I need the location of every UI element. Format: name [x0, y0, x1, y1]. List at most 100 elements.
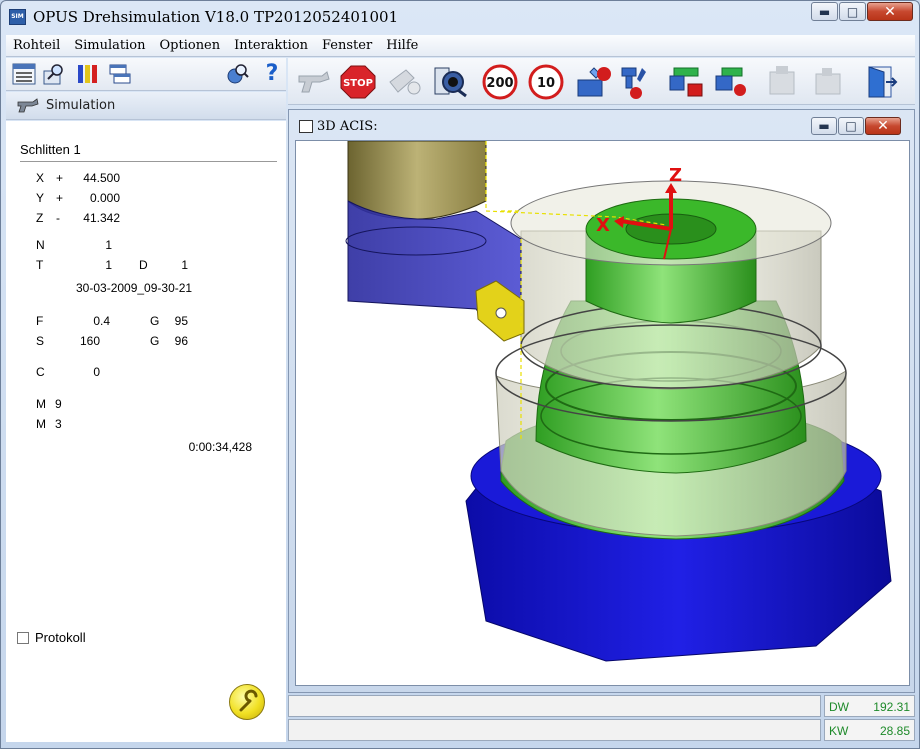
status-field-2	[288, 719, 821, 741]
view-window-title: 3D ACIS:	[317, 119, 378, 134]
z-label: Z	[36, 211, 44, 225]
window-controls: ▬ □ ✕	[810, 2, 913, 21]
m2-label: M	[36, 417, 46, 431]
xyz-coordinates-icon[interactable]	[12, 62, 36, 86]
y-sign: +	[56, 191, 64, 205]
maximize-button[interactable]: □	[839, 2, 866, 21]
view-close-button[interactable]: ✕	[865, 117, 901, 135]
status-panel: Schlitten 1 X + 44.500 Y + 0.000 Z - 41.…	[6, 121, 286, 742]
app-window: SIM OPUS Drehsimulation V18.0 TP20120524…	[0, 0, 920, 749]
close-icon: ✕	[884, 3, 896, 20]
view-minimize-button[interactable]: ▬	[811, 117, 837, 135]
step-icon[interactable]	[384, 64, 424, 100]
menu-rohteil[interactable]: Rohteil	[6, 38, 67, 53]
exit-door-icon[interactable]	[860, 64, 900, 100]
menu-fenster[interactable]: Fenster	[315, 38, 379, 53]
f-value: 0.4	[93, 314, 110, 328]
minimize-icon: ▬	[818, 119, 830, 133]
n-value: 1	[105, 238, 112, 252]
color-bars-icon[interactable]	[76, 62, 100, 86]
g1-value: 95	[174, 314, 188, 328]
checkbox-box[interactable]	[17, 631, 29, 644]
kw-value: 28.85	[879, 724, 910, 738]
main-toolbar: STOP 200 10	[288, 58, 915, 105]
speed-10-icon[interactable]: 10	[526, 64, 566, 100]
c-value: 0	[93, 365, 100, 379]
x-sign: +	[56, 171, 64, 185]
speed-200-icon[interactable]: 200	[480, 64, 520, 100]
sled-divider	[20, 161, 277, 162]
sled-title: Schlitten 1	[20, 142, 81, 157]
tool-zoom-icon[interactable]	[42, 62, 66, 86]
view-window: 3D ACIS: ▬ □ ✕ Z X	[288, 109, 915, 693]
simulation-gun-icon	[17, 98, 39, 113]
dw-value: 192.31	[873, 700, 910, 714]
f-label: F	[36, 314, 44, 328]
status-field-1	[288, 695, 821, 717]
d-value: 1	[181, 258, 188, 272]
collision-icon[interactable]	[666, 64, 706, 100]
camera-icon[interactable]	[430, 64, 470, 100]
panel-header-label: Simulation	[46, 98, 116, 113]
m2-value: 3	[55, 417, 62, 431]
minimize-icon: ▬	[818, 4, 831, 19]
maximize-icon: □	[845, 119, 857, 133]
timestamp: 30-03-2009_09-30-21	[76, 281, 193, 295]
machine-disabled-icon[interactable]	[808, 64, 848, 100]
menu-simulation[interactable]: Simulation	[67, 38, 152, 53]
windows-icon[interactable]	[108, 62, 132, 86]
stop-icon[interactable]: STOP	[338, 64, 378, 100]
n-label: N	[36, 238, 45, 252]
menu-bar: Rohteil Simulation Optionen Interaktion …	[6, 35, 915, 57]
tool-shank	[347, 141, 487, 220]
dw-readout: DW 192.31	[824, 695, 915, 717]
view-maximize-button[interactable]: □	[838, 117, 864, 135]
view-window-icon	[299, 120, 313, 133]
protokoll-checkbox[interactable]: Protokoll	[17, 630, 86, 645]
x-label: X	[36, 171, 45, 185]
dw-label: DW	[829, 700, 849, 714]
g1-label: G	[150, 314, 160, 328]
collision-check-icon[interactable]	[712, 64, 752, 100]
3d-viewport[interactable]: Z X	[295, 140, 910, 686]
panel-header: Simulation	[6, 92, 286, 120]
close-icon: ✕	[877, 118, 889, 134]
3d-scene: Z X	[345, 141, 892, 662]
d-label: D	[139, 258, 148, 272]
maximize-icon: □	[846, 4, 859, 19]
zoom-globe-icon[interactable]	[226, 62, 250, 86]
g2-label: G	[150, 334, 160, 348]
s-label: S	[36, 334, 45, 348]
s-value: 160	[79, 334, 100, 348]
speed-10-label: 10	[537, 76, 555, 91]
window-title: OPUS Drehsimulation V18.0 TP201205240100…	[33, 8, 399, 26]
kw-readout: KW 28.85	[824, 719, 915, 741]
stop-label: STOP	[343, 78, 373, 89]
x-axis-label: X	[596, 215, 610, 236]
menu-optionen[interactable]: Optionen	[153, 38, 228, 53]
wrench-button[interactable]	[229, 684, 265, 720]
x-value: 44.500	[83, 171, 120, 185]
close-button[interactable]: ✕	[867, 2, 913, 21]
y-label: Y	[36, 191, 45, 205]
help-icon[interactable]: ?	[260, 62, 284, 86]
menu-interaktion[interactable]: Interaktion	[227, 38, 315, 53]
tool-stop-icon[interactable]	[574, 64, 614, 100]
z-sign: -	[56, 211, 60, 225]
t-value: 1	[105, 258, 112, 272]
tool-change-stop-icon[interactable]	[616, 64, 656, 100]
g2-value: 96	[174, 334, 188, 348]
y-value: 0.000	[89, 191, 120, 205]
menu-hilfe[interactable]: Hilfe	[379, 38, 425, 53]
start-gun-icon[interactable]	[294, 64, 334, 100]
m1-value: 9	[55, 397, 62, 411]
z-axis-label: Z	[669, 165, 682, 186]
title-bar[interactable]: SIM OPUS Drehsimulation V18.0 TP20120524…	[1, 1, 919, 34]
insert-screw	[495, 307, 507, 319]
machine-icon[interactable]	[762, 64, 802, 100]
minimize-button[interactable]: ▬	[811, 2, 838, 21]
z-value: 41.342	[83, 211, 120, 225]
speed-200-label: 200	[486, 76, 513, 91]
m1-label: M	[36, 397, 46, 411]
wrench-icon	[239, 689, 258, 712]
